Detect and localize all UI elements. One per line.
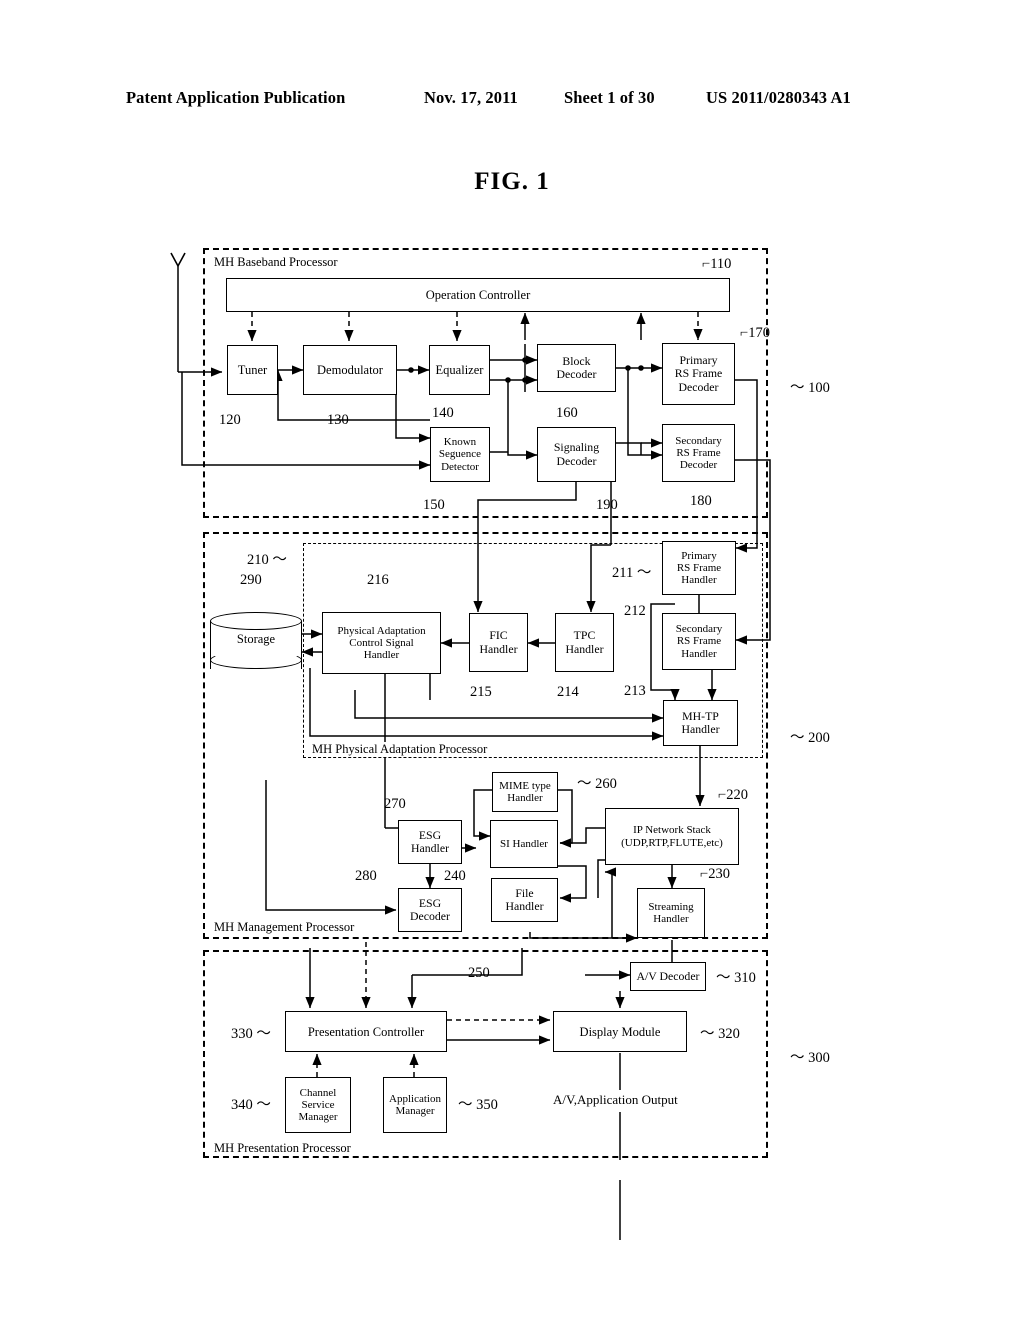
block-av-decoder[interactable]: A/V Decoder	[630, 962, 706, 991]
block-label: Channel Service Manager	[298, 1086, 338, 1124]
ref-210: 210 〜	[247, 552, 287, 568]
ref-214: 214	[557, 684, 579, 700]
group-label-baseband: MH Baseband Processor	[212, 255, 340, 270]
block-channel-service-manager[interactable]: Channel Service Manager	[285, 1077, 351, 1133]
block-label: MH-TP Handler	[681, 708, 720, 736]
ref-212: 212	[624, 603, 646, 619]
block-esg-handler[interactable]: ESG Handler	[398, 820, 462, 864]
block-label: Signaling Decoder	[553, 440, 600, 468]
group-label-management: MH Management Processor	[212, 920, 357, 935]
ref-320: 〜 320	[700, 1026, 740, 1042]
cylinder-bottom	[210, 651, 302, 669]
ref-350: 〜 350	[458, 1097, 498, 1113]
block-streaming-handler[interactable]: Streaming Handler	[637, 888, 705, 938]
ref-300: 〜 300	[790, 1050, 830, 1066]
ref-140: 140	[432, 405, 454, 421]
ref-160: 160	[556, 405, 578, 421]
block-physical-adaptation-control-signal-handler[interactable]: Physical Adaptation Control Signal Handl…	[322, 612, 441, 674]
block-secondary-rs-frame-handler[interactable]: Secondary RS Frame Handler	[662, 613, 736, 670]
block-label: Display Module	[579, 1024, 661, 1039]
ref-310: 〜 310	[716, 970, 756, 986]
block-label: File Handler	[505, 885, 544, 913]
block-label: Presentation Controller	[307, 1024, 425, 1039]
ref-170: ⌐170	[740, 325, 770, 341]
block-label: Storage	[236, 632, 276, 646]
block-label: SI Handler	[500, 837, 548, 850]
block-storage[interactable]: Storage	[210, 612, 302, 678]
block-label: Primary RS Frame Handler	[676, 549, 722, 587]
block-label: A/V Decoder	[636, 968, 700, 983]
block-label: ESG Handler	[411, 827, 449, 855]
ref-230: ⌐230	[700, 866, 730, 882]
block-fic-handler[interactable]: FIC Handler	[469, 613, 528, 672]
ref-110: ⌐110	[702, 256, 732, 272]
group-label-physical-adaptation: MH Physical Adaptation Processor	[310, 742, 490, 757]
block-label: TPC Handler	[565, 628, 604, 656]
block-label: Tuner	[237, 363, 268, 377]
label-av-application-output: A/V,Application Output	[553, 1092, 678, 1107]
block-tpc-handler[interactable]: TPC Handler	[555, 613, 614, 672]
block-primary-rs-frame-decoder[interactable]: Primary RS Frame Decoder	[662, 343, 735, 405]
block-equalizer[interactable]: Equalizer	[429, 345, 490, 395]
block-tuner[interactable]: Tuner	[227, 345, 278, 395]
ref-200: 〜 200	[790, 730, 830, 746]
ref-250: 250	[468, 965, 490, 981]
block-file-handler[interactable]: File Handler	[491, 878, 558, 922]
block-label: IP Network Stack (UDP,RTP,FLUTE,etc)	[621, 824, 723, 849]
block-label: FIC Handler	[479, 628, 518, 656]
ref-190: 190	[596, 497, 618, 513]
block-known-sequence-detector[interactable]: Known Seguence Detector	[430, 427, 490, 482]
block-esg-decoder[interactable]: ESG Decoder	[398, 888, 462, 932]
block-application-manager[interactable]: Application Manager	[383, 1077, 447, 1133]
block-secondary-rs-frame-decoder[interactable]: Secondary RS Frame Decoder	[662, 424, 735, 482]
ref-260: 〜 260	[577, 776, 617, 792]
block-display-module[interactable]: Display Module	[553, 1011, 687, 1052]
block-label: ESG Decoder	[410, 895, 450, 923]
ref-213: 213	[624, 683, 646, 699]
block-mh-tp-handler[interactable]: MH-TP Handler	[663, 700, 738, 746]
block-label: Application Manager	[389, 1092, 441, 1117]
block-label: Operation Controller	[425, 288, 531, 302]
ref-290: 290	[240, 572, 262, 588]
block-label: Equalizer	[435, 363, 484, 377]
ref-120: 120	[219, 412, 241, 428]
block-label: Block Decoder	[556, 353, 597, 381]
ref-220: ⌐220	[718, 787, 748, 803]
ref-215: 215	[470, 684, 492, 700]
block-demodulator[interactable]: Demodulator	[303, 345, 397, 395]
block-operation-controller[interactable]: Operation Controller	[226, 278, 730, 312]
block-ip-network-stack[interactable]: IP Network Stack (UDP,RTP,FLUTE,etc)	[605, 808, 739, 865]
ref-100: 〜 100	[790, 380, 830, 396]
figure-diagram: MH Baseband Processor 〜 100 Operation Co…	[0, 0, 1024, 1320]
block-si-handler[interactable]: SI Handler	[490, 820, 558, 868]
ref-280: 280	[355, 868, 377, 884]
ref-340: 340 〜	[231, 1097, 271, 1113]
ref-216: 216	[367, 572, 389, 588]
block-primary-rs-frame-handler[interactable]: Primary RS Frame Handler	[662, 541, 736, 595]
block-mime-type-handler[interactable]: MIME type Handler	[492, 772, 558, 812]
block-label: Secondary RS Frame Handler	[675, 623, 723, 660]
ref-211: 211 〜	[612, 565, 652, 581]
block-label: Streaming Handler	[648, 900, 694, 925]
block-presentation-controller[interactable]: Presentation Controller	[285, 1011, 447, 1052]
cylinder-top	[210, 612, 302, 630]
block-label: Physical Adaptation Control Signal Handl…	[337, 624, 426, 662]
ref-270: 270	[384, 796, 406, 812]
block-label: Secondary RS Frame Decoder	[675, 434, 722, 472]
block-label: Known Seguence Detector	[438, 436, 482, 473]
ref-330: 330 〜	[231, 1026, 271, 1042]
block-signaling-decoder[interactable]: Signaling Decoder	[537, 427, 616, 482]
group-label-presentation: MH Presentation Processor	[212, 1141, 353, 1156]
block-label: Demodulator	[317, 363, 383, 377]
ref-180: 180	[690, 493, 712, 509]
ref-130: 130	[327, 412, 349, 428]
block-block-decoder[interactable]: Block Decoder	[537, 344, 616, 392]
block-label: Primary RS Frame Decoder	[674, 353, 723, 394]
ref-150: 150	[423, 497, 445, 513]
block-label: MIME type Handler	[499, 779, 551, 804]
ref-240: 240	[444, 868, 466, 884]
